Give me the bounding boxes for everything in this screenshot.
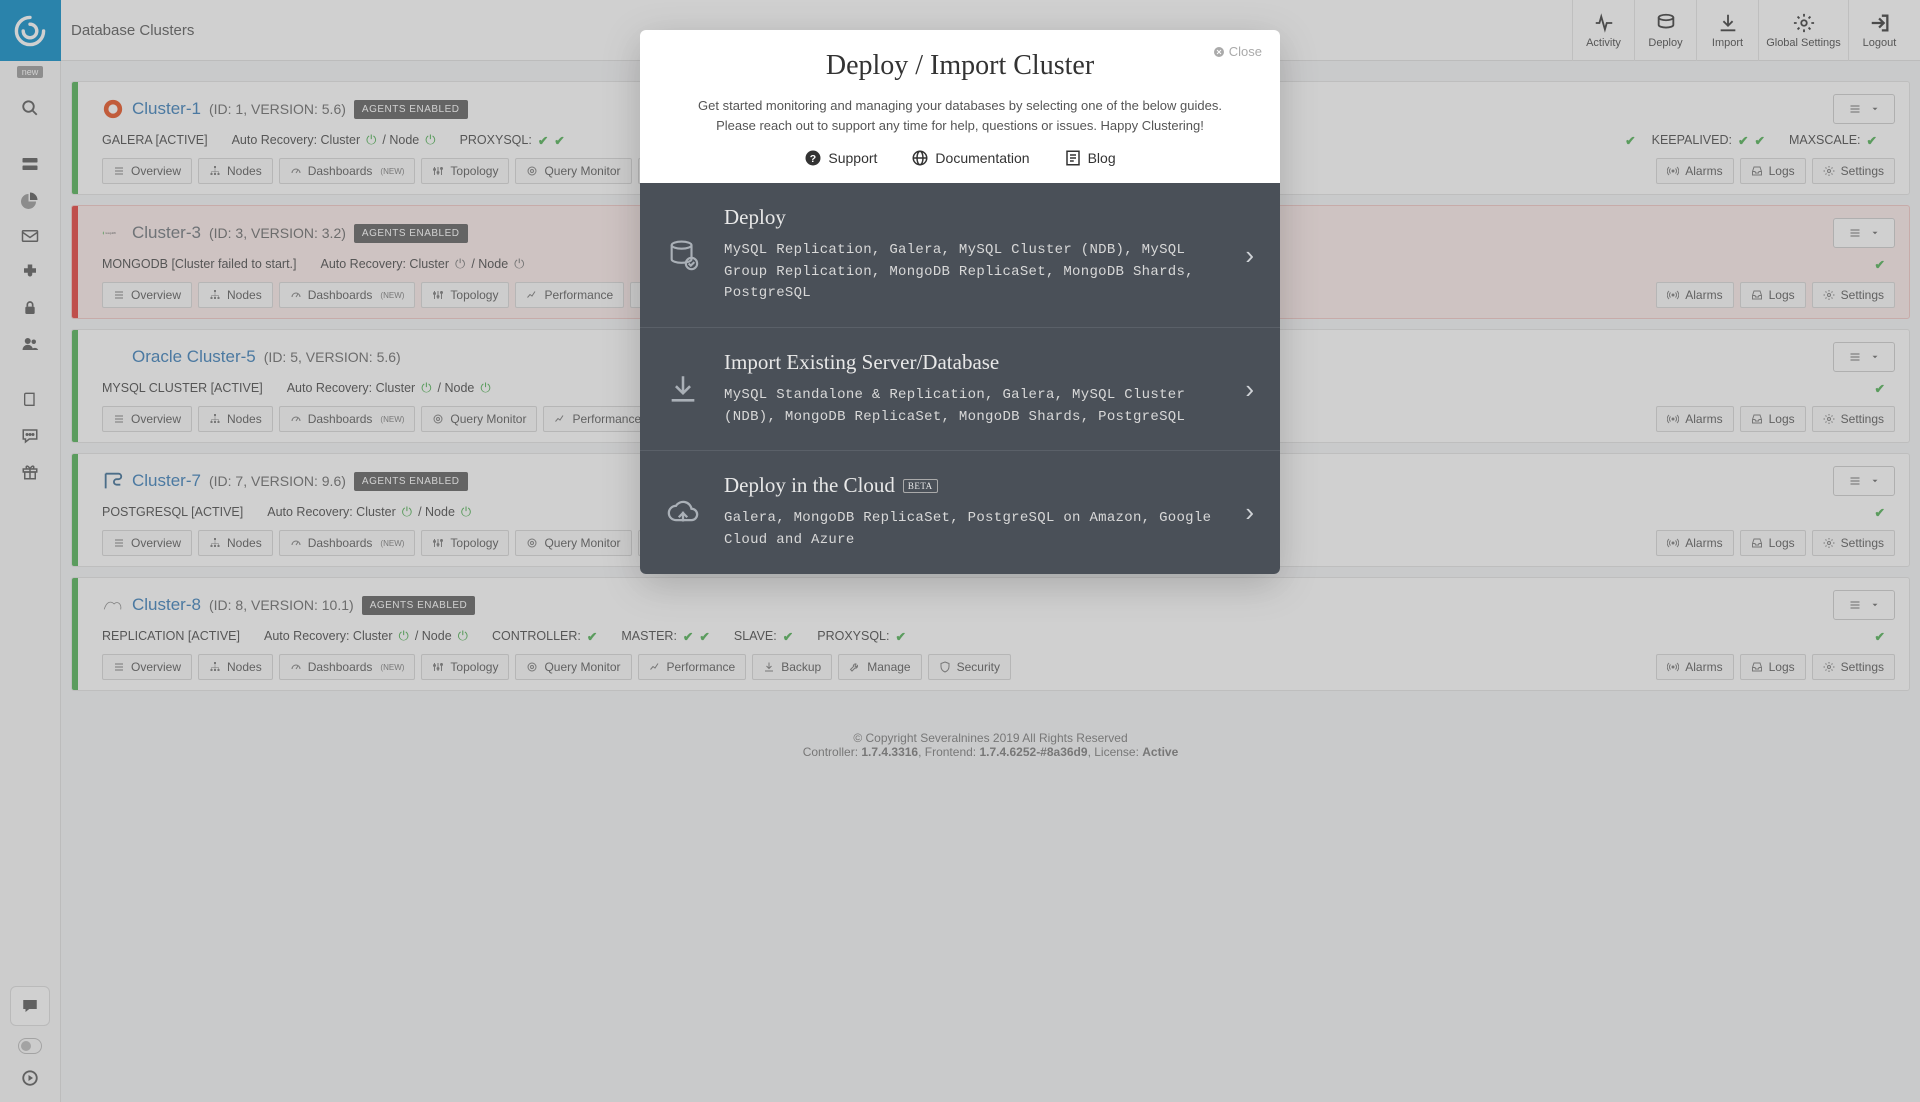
modal-overlay: Close Deploy / Import Cluster Get starte…: [0, 0, 1920, 1102]
svg-text:?: ?: [810, 153, 816, 165]
modal-option-1[interactable]: Import Existing Server/Database MySQL St…: [640, 327, 1280, 450]
support-link[interactable]: ?Support: [804, 149, 877, 167]
documentation-link[interactable]: Documentation: [911, 149, 1029, 167]
modal-option-2[interactable]: Deploy in the CloudBETA Galera, MongoDB …: [640, 450, 1280, 573]
modal-description: Get started monitoring and managing your…: [680, 96, 1240, 135]
close-button[interactable]: Close: [1213, 44, 1262, 59]
modal-option-0[interactable]: Deploy MySQL Replication, Galera, MySQL …: [640, 183, 1280, 327]
chevron-right-icon: ›: [1245, 497, 1254, 528]
deploy-import-modal: Close Deploy / Import Cluster Get starte…: [640, 30, 1280, 574]
modal-title: Deploy / Import Cluster: [662, 50, 1258, 82]
blog-link[interactable]: Blog: [1064, 149, 1116, 167]
chevron-right-icon: ›: [1245, 374, 1254, 405]
chevron-right-icon: ›: [1245, 240, 1254, 271]
